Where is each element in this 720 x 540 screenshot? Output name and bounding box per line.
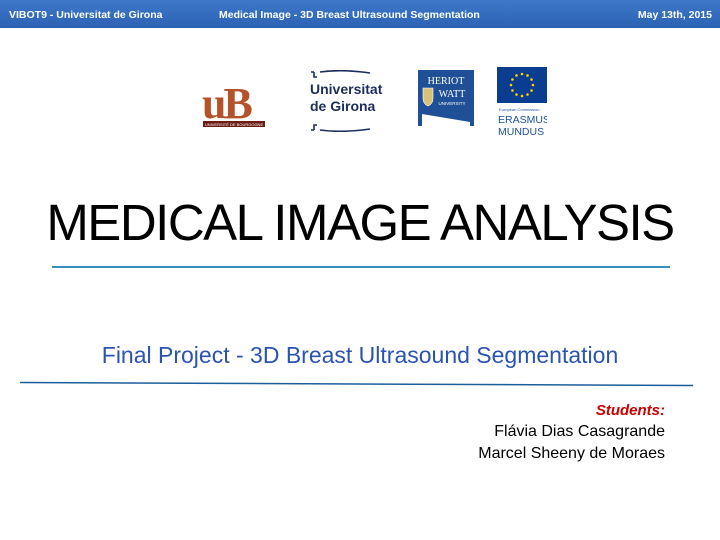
hw-logo-line3: UNIVERSITY	[438, 101, 465, 106]
subtitle-divider	[20, 381, 693, 387]
eu-star	[511, 89, 514, 92]
eu-star	[526, 93, 529, 96]
students-label: Students:	[595, 402, 665, 419]
eu-star	[530, 78, 533, 81]
student-name: Flávia Dias Casagrande	[494, 423, 665, 440]
em-logo-line1: ERASMUS	[498, 114, 547, 126]
heriot-watt-university-logo: HERIOT WATT UNIVERSITY	[418, 70, 474, 126]
eu-star	[515, 93, 518, 96]
udg-logo-line1: Universitat	[310, 81, 383, 97]
eu-star	[526, 74, 529, 77]
universitat-de-girona-logo: Universitat de Girona	[310, 70, 383, 132]
header-left-text: VIBOT9 - Universitat de Girona	[9, 9, 163, 21]
hw-logo-line2: WATT	[439, 89, 466, 100]
header-date: May 13th, 2015	[637, 9, 712, 21]
students-block: Students: Flávia Dias Casagrande Marcel …	[478, 401, 665, 465]
hw-logo-line1: HERIOT	[428, 76, 465, 87]
em-logo-caption: European Commission	[499, 107, 539, 112]
student-name: Marcel Sheeny de Moraes	[478, 445, 665, 462]
em-logo-line2: MUNDUS	[498, 126, 544, 138]
eu-star	[511, 78, 514, 81]
eu-star	[531, 83, 535, 87]
eu-star	[515, 74, 518, 77]
header-bar: VIBOT9 - Universitat de Girona Medical I…	[0, 0, 720, 28]
header-center-text: Medical Image - 3D Breast Ultrasound Seg…	[219, 9, 480, 21]
page-title: MEDICAL IMAGE ANALYSIS	[46, 194, 675, 251]
shield-icon	[422, 87, 434, 107]
ub-logo-text: uB	[202, 80, 252, 128]
title-divider	[52, 266, 670, 268]
university-of-burgundy-logo: uB UNIVERSITÉ DE BOURGOGNE	[201, 80, 266, 128]
erasmus-mundus-logo: European Commission ERASMUS MUNDUS	[497, 67, 547, 138]
eu-star	[520, 94, 524, 98]
eu-star	[530, 89, 533, 92]
eu-star	[509, 83, 513, 87]
eu-star	[520, 72, 524, 76]
ub-logo-caption: UNIVERSITÉ DE BOURGOGNE	[205, 122, 264, 127]
project-subtitle: Final Project - 3D Breast Ultrasound Seg…	[101, 342, 619, 368]
udg-logo-line2: de Girona	[310, 98, 376, 114]
